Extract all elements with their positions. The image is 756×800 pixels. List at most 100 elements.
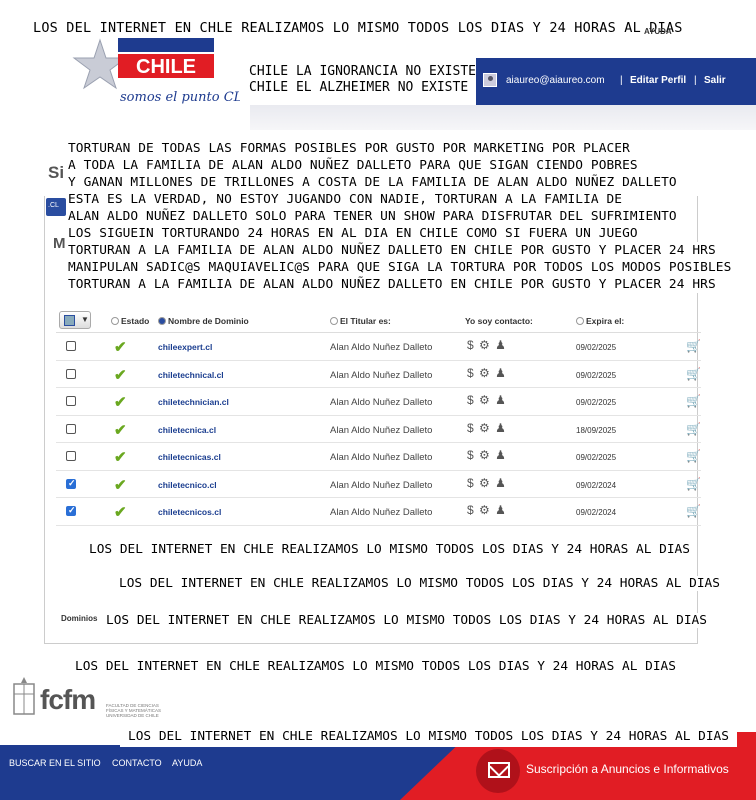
overlay-repeat-text: LOS DEL INTERNET EN CHLE REALIZAMOS LO M… [120, 726, 737, 747]
column-label: Estado [121, 316, 150, 326]
status-check-icon: ✔ [114, 421, 127, 439]
top-banner-text: LOS DEL INTERNET EN CHLE REALIZAMOS LO M… [33, 20, 683, 36]
subtitle-fragment: M [53, 235, 66, 252]
expiry-date: 09/02/2024 [576, 508, 617, 517]
renew-cart-icon[interactable]: 🛒 [686, 394, 701, 408]
expiry-date: 09/02/2024 [576, 480, 617, 490]
holder-name: Alan Aldo Nuñez Dalleto [330, 397, 433, 408]
column-expira[interactable]: Expira el: [576, 316, 624, 326]
status-check-icon: ✔ [114, 339, 127, 356]
help-link[interactable]: AYUDA [644, 27, 672, 36]
row-checkbox[interactable] [66, 478, 76, 489]
user-email-link[interactable]: aiaureo@aiaureo.com [506, 75, 605, 86]
column-contacto: Yo soy contacto: [465, 316, 533, 326]
sort-radio-icon[interactable] [576, 317, 584, 325]
row-checkbox[interactable] [66, 341, 76, 351]
table-row[interactable]: ✔ chiletecnicas.cl Alan Aldo Nuñez Dalleto… [56, 443, 701, 471]
overlay-text-line: MANIPULAN SADIC@S MAQUIAVELIC@S PARA QUE… [68, 259, 732, 276]
edit-profile-link[interactable]: Editar Perfil [630, 75, 686, 86]
overlay-text-line: A TODA LA FAMILIA DE ALAN ALDO NUÑEZ DAL… [68, 157, 638, 174]
chevron-down-icon[interactable]: ▼ [81, 315, 89, 324]
domain-link[interactable]: chileexpert.cl [158, 342, 212, 352]
column-titular[interactable]: El Titular es: [330, 316, 391, 326]
overlay-repeat-text: LOS DEL INTERNET EN CHLE REALIZAMOS LO M… [106, 613, 707, 628]
status-check-icon: ✔ [114, 449, 127, 466]
domain-link[interactable]: chiletecnicos.cl [158, 507, 221, 517]
domain-link[interactable]: chiletechnical.cl [158, 370, 224, 380]
column-dominio[interactable]: Nombre de Dominio [158, 316, 249, 326]
footer-search-link[interactable]: BUSCAR EN EL SITIO [9, 758, 101, 768]
row-checkbox[interactable] [66, 396, 76, 406]
domains-count-label: Dominios [61, 614, 98, 623]
logo-tagline: somos el punto CL [120, 90, 243, 105]
holder-name: Alan Aldo Nuñez Dalleto [330, 424, 433, 436]
holder-name: Alan Aldo Nuñez Dalleto [330, 452, 433, 463]
sort-radio-icon[interactable] [158, 317, 166, 325]
renew-cart-icon[interactable]: 🛒 [686, 504, 701, 518]
holder-name: Alan Aldo Nuñez Dalleto [330, 479, 433, 491]
overlay-repeat-text: LOS DEL INTERNET EN CHLE REALIZAMOS LO M… [119, 576, 720, 591]
fcfm-logo[interactable]: fcfm [40, 684, 96, 716]
domain-link[interactable]: chiletecnica.cl [158, 425, 216, 435]
contact-role-icons: $ ⚙ ♟ [467, 475, 507, 490]
row-checkbox[interactable] [66, 505, 76, 516]
domain-link[interactable]: chiletecnico.cl [158, 480, 217, 490]
select-all-dropdown[interactable]: ▼ [59, 311, 91, 329]
table-row[interactable]: ✔ chiletechnician.cl Alan Aldo Nuñez Dalle… [56, 388, 701, 416]
expiry-date: 18/09/2025 [576, 425, 617, 435]
footer-help-link[interactable]: AYUDA [172, 758, 202, 768]
expiry-date: 09/02/2025 [576, 398, 617, 407]
table-row[interactable]: ✔ chiletecnicos.cl Alan Aldo Nuñez Dalleto… [56, 498, 701, 526]
overlay-text-line: Y GANAN MILLONES DE TRILLONES A COSTA DE… [68, 174, 677, 191]
overlay-text-line: TORTURAN A LA FAMILIA DE ALAN ALDO NUÑEZ… [68, 242, 716, 259]
overlay-text-line: TORTURAN DE TODAS LAS FORMAS POSIBLES PO… [68, 140, 630, 157]
column-estado[interactable]: Estado [111, 316, 149, 326]
domain-link[interactable]: chiletechnician.cl [158, 397, 229, 407]
sort-radio-icon[interactable] [330, 317, 338, 325]
user-avatar [483, 73, 497, 87]
overlay-repeat-text: LOS DEL INTERNET EN CHLE REALIZAMOS LO M… [75, 659, 676, 674]
contact-role-icons: $ ⚙ ♟ [467, 420, 507, 435]
fcfm-subtitle: FACULTAD DE CIENCIAS FÍSICAS Y MATEMÁTIC… [106, 703, 162, 718]
sort-radio-icon[interactable] [111, 317, 119, 325]
contact-role-icons: $ ⚙ ♟ [467, 503, 507, 517]
column-label: Expira el: [586, 316, 625, 326]
table-row[interactable]: ✔ chileexpert.cl Alan Aldo Nuñez Dalleto $ … [56, 333, 701, 361]
mail-icon [488, 762, 510, 778]
section-title-fragment: Si [48, 163, 65, 182]
expiry-date: 09/02/2025 [576, 343, 617, 352]
footer-contact-link[interactable]: CONTACTO [112, 758, 162, 768]
holder-name: Alan Aldo Nuñez Dalleto [330, 369, 433, 381]
header-separator: | [694, 75, 697, 86]
overlay-repeat-text: LOS DEL INTERNET EN CHLE REALIZAMOS LO M… [89, 542, 690, 557]
renew-cart-icon[interactable]: 🛒 [686, 477, 701, 491]
overlay-text-line: LOS SIGUEIN TORTURANDO 24 HORAS EN AL DI… [68, 225, 638, 242]
contact-role-icons: $ ⚙ ♟ [467, 365, 507, 380]
select-all-checkbox[interactable] [64, 315, 75, 326]
logo-brand: CHILE [136, 56, 196, 78]
renew-cart-icon[interactable]: 🛒 [686, 422, 701, 436]
subscribe-link[interactable]: Suscripción a Anuncios e Informativos [526, 762, 729, 776]
row-checkbox[interactable] [66, 451, 76, 461]
domain-link[interactable]: chiletecnicas.cl [158, 452, 221, 462]
table-row[interactable]: ✔ chiletecnico.cl Alan Aldo Nuñez Dalleto $… [56, 471, 701, 498]
status-check-icon: ✔ [114, 366, 127, 384]
overlay-text-line: ALAN ALDO NUÑEZ DALLETO SOLO PARA TENER … [68, 208, 677, 225]
renew-cart-icon[interactable]: 🛒 [686, 449, 701, 463]
header-separator: | [620, 75, 623, 86]
table-row[interactable]: ✔ chiletecnica.cl Alan Aldo Nuñez Dalleto $… [56, 416, 701, 443]
domain-table-header: ▼ Estado Nombre de Dominio El Titular es… [56, 308, 701, 333]
column-label: Yo soy contacto: [465, 316, 533, 326]
table-row[interactable]: ✔ chiletechnical.cl Alan Aldo Nuñez Dallet… [56, 361, 701, 388]
cl-tab-fragment[interactable]: .CL [46, 198, 66, 216]
row-checkbox[interactable] [66, 368, 76, 379]
holder-name: Alan Aldo Nuñez Dalleto [330, 507, 433, 518]
logout-link[interactable]: Salir [704, 75, 726, 86]
header-message-1: CHILE LA IGNORANCIA NO EXISTE [249, 64, 476, 79]
overlay-text-line: TORTURAN A LA FAMILIA DE ALAN ALDO NUÑEZ… [68, 276, 716, 293]
contact-role-icons: $ ⚙ ♟ [467, 448, 507, 462]
renew-cart-icon[interactable]: 🛒 [686, 367, 701, 381]
row-checkbox[interactable] [66, 423, 76, 434]
renew-cart-icon[interactable]: 🛒 [686, 339, 701, 353]
expiry-date: 09/02/2025 [576, 370, 617, 380]
